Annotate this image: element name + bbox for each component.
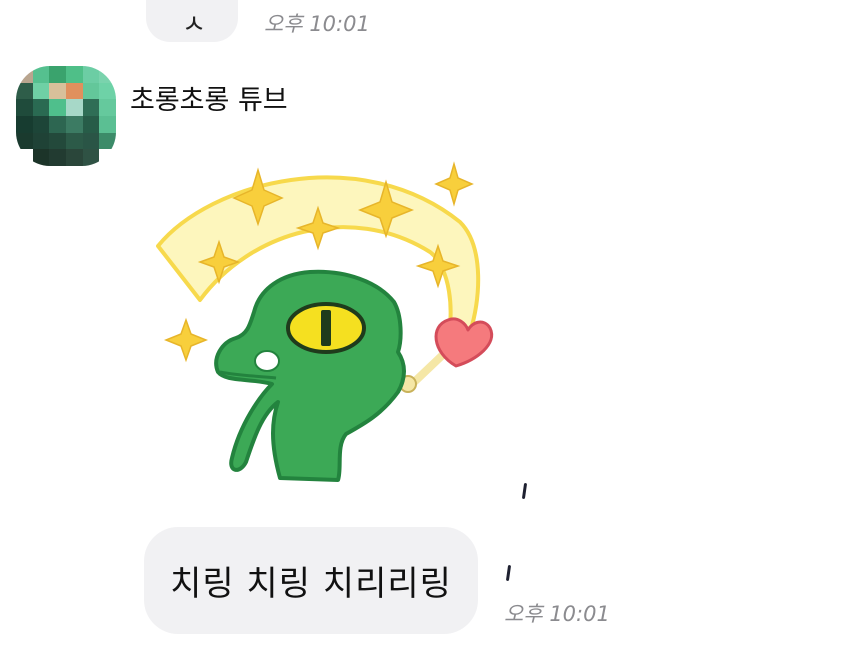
avatar-pixel (65, 132, 83, 150)
green-creature-magic-wand-sticker[interactable] (150, 152, 500, 492)
avatar-pixel (82, 66, 100, 83)
avatar-pixel (49, 115, 66, 133)
avatar-pixel (49, 82, 66, 100)
avatar-pixel (65, 149, 83, 166)
avatar-pixel (32, 82, 50, 100)
avatar-pixel (99, 66, 116, 83)
avatar-pixel (65, 66, 83, 83)
avatar-pixel (16, 82, 33, 100)
avatar-pixel (65, 99, 83, 116)
avatar-pixel (16, 132, 33, 150)
avatar-pixel (82, 82, 100, 100)
creature-pupil (321, 310, 331, 346)
message-time: 오후 10:01 (504, 602, 610, 626)
avatar-pixel (16, 115, 33, 133)
avatar-pixel (49, 99, 66, 116)
avatar-pixel (99, 115, 116, 133)
avatar-pixel (99, 149, 116, 166)
sparkle-icon (434, 161, 474, 207)
avatar-pixel (32, 132, 50, 150)
avatar-pixel (16, 66, 33, 83)
previous-message-text: ㅅ (182, 10, 206, 40)
avatar-pixel (49, 149, 66, 166)
avatar-pixel (16, 149, 33, 166)
avatar-pixel (65, 82, 83, 100)
avatar-pixel (99, 82, 116, 100)
previous-message-bubble[interactable]: ㅅ (146, 0, 238, 42)
message-text: 치링 치링 치리리링 (170, 564, 452, 604)
avatar-pixel (32, 149, 50, 166)
previous-message-time: 오후 10:01 (264, 12, 370, 36)
avatar-pixel (49, 66, 66, 83)
avatar-pixel (82, 149, 100, 166)
avatar-pixel (32, 66, 50, 83)
avatar-pixel (32, 99, 50, 116)
stray-mark (505, 564, 512, 582)
avatar-pixel (99, 132, 116, 150)
pixelated-profile-avatar-icon[interactable] (16, 66, 116, 166)
avatar-pixel (16, 99, 33, 116)
avatar-pixel (65, 115, 83, 133)
avatar-pixel (99, 99, 116, 116)
avatar-pixel (32, 115, 50, 133)
avatar-pixel (82, 132, 100, 150)
sender-name[interactable]: 초롱초롱 튜브 (130, 78, 288, 117)
avatar-pixel (82, 99, 100, 116)
chat-screen: ㅅ 오후 10:01 초롱초롱 튜브 치링 치링 치리리링 오후 10:01 (0, 0, 864, 648)
heart-icon (434, 317, 494, 368)
message-bubble[interactable]: 치링 치링 치리리링 (144, 527, 478, 634)
avatar-pixel (82, 115, 100, 133)
avatar-pixel (49, 132, 66, 150)
stray-mark (521, 482, 528, 500)
creature-nostril (254, 350, 280, 372)
sparkle-icon (163, 317, 209, 363)
